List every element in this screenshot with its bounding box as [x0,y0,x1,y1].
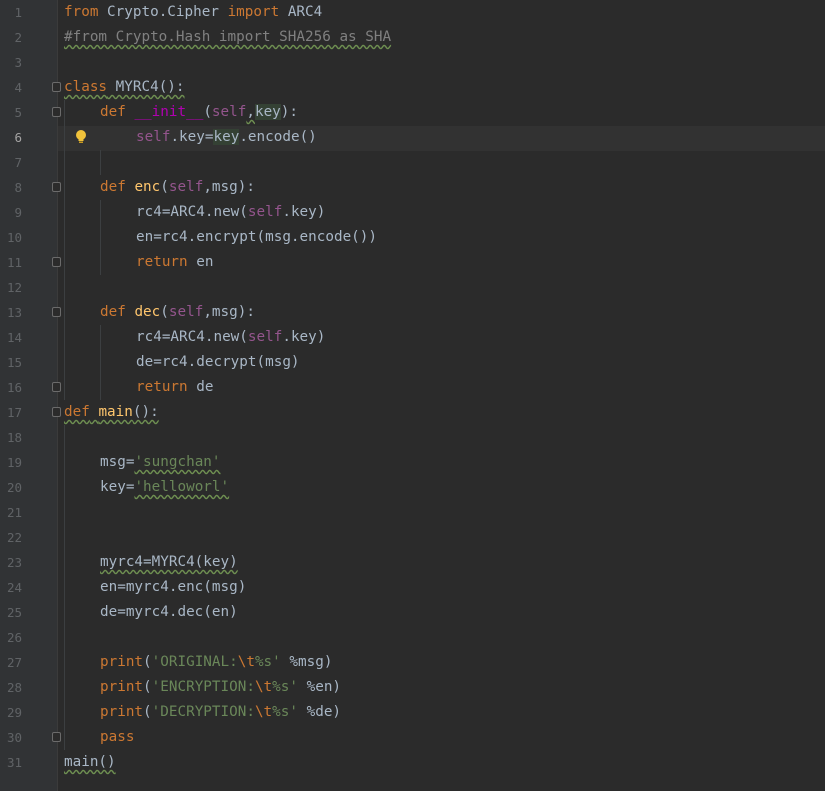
line-number[interactable]: 14 [0,330,22,345]
line-number[interactable]: 6 [0,130,22,145]
fold-marker-icon[interactable] [52,182,61,192]
code-line-4[interactable]: class MYRC4(): [64,75,185,100]
fold-marker-icon[interactable] [52,382,61,392]
line-number[interactable]: 16 [0,380,22,395]
code-line-31[interactable]: main() [64,750,116,775]
line-number[interactable]: 28 [0,680,22,695]
code-line-30[interactable]: pass [100,725,134,750]
code-line-23[interactable]: myrc4=MYRC4(key) [100,550,238,575]
line-number[interactable]: 15 [0,355,22,370]
line-number[interactable]: 31 [0,755,22,770]
line-number[interactable]: 12 [0,280,22,295]
code-line-29[interactable]: print('DECRYPTION:\t%s' %de) [100,700,341,725]
line-number[interactable]: 17 [0,405,22,420]
code-line-2[interactable]: #from Crypto.Hash import SHA256 as SHA [64,25,391,50]
code-line-25[interactable]: de=myrc4.dec(en) [100,600,238,625]
code-line-24[interactable]: en=myrc4.enc(msg) [100,575,246,600]
line-number[interactable]: 24 [0,580,22,595]
code-line-16[interactable]: return de [136,375,213,400]
line-number[interactable]: 2 [0,30,22,45]
line-number[interactable]: 27 [0,655,22,670]
line-number[interactable]: 7 [0,155,22,170]
code-line-9[interactable]: rc4=ARC4.new(self.key) [136,200,325,225]
lightbulb-icon[interactable] [75,130,87,144]
line-number[interactable]: 19 [0,455,22,470]
code-line-20[interactable]: key='helloworl' [100,475,229,500]
fold-marker-icon[interactable] [52,257,61,267]
code-line-6[interactable]: self.key=key.encode() [136,125,317,150]
line-number[interactable]: 8 [0,180,22,195]
code-line-5[interactable]: def __init__(self,key): [100,100,298,125]
code-line-19[interactable]: msg='sungchan' [100,450,221,475]
line-number[interactable]: 3 [0,55,22,70]
line-number[interactable]: 26 [0,630,22,645]
code-line-8[interactable]: def enc(self,msg): [100,175,255,200]
fold-marker-icon[interactable] [52,732,61,742]
line-number[interactable]: 30 [0,730,22,745]
line-number[interactable]: 4 [0,80,22,95]
line-number[interactable]: 29 [0,705,22,720]
indent-guide [64,100,65,400]
line-number[interactable]: 23 [0,555,22,570]
code-line-14[interactable]: rc4=ARC4.new(self.key) [136,325,325,350]
indent-guide [100,325,101,400]
line-number[interactable]: 9 [0,205,22,220]
code-line-15[interactable]: de=rc4.decrypt(msg) [136,350,300,375]
line-number[interactable]: 21 [0,505,22,520]
code-editor[interactable]: 1 2 3 4 5 6 7 8 9 10 11 12 13 14 15 16 17 18 19 20 21 22 23 24 2… [0,0,825,791]
fold-marker-icon[interactable] [52,107,61,117]
indent-guide [64,425,65,750]
line-number[interactable]: 11 [0,255,22,270]
line-number[interactable]: 13 [0,305,22,320]
line-number[interactable]: 1 [0,5,22,20]
code-line-28[interactable]: print('ENCRYPTION:\t%s' %en) [100,675,341,700]
line-number[interactable]: 25 [0,605,22,620]
fold-marker-icon[interactable] [52,407,61,417]
line-number[interactable]: 10 [0,230,22,245]
line-number[interactable]: 20 [0,480,22,495]
line-number[interactable]: 22 [0,530,22,545]
line-number[interactable]: 5 [0,105,22,120]
fold-marker-icon[interactable] [52,82,61,92]
code-line-27[interactable]: print('ORIGINAL:\t%s' %msg) [100,650,332,675]
code-line-13[interactable]: def dec(self,msg): [100,300,255,325]
indent-guide [100,150,101,175]
fold-marker-icon[interactable] [52,307,61,317]
line-number[interactable]: 18 [0,430,22,445]
code-line-17[interactable]: def main(): [64,400,159,425]
code-line-1[interactable]: from Crypto.Cipher import ARC4 [64,0,322,25]
indent-guide [100,200,101,275]
code-line-11[interactable]: return en [136,250,213,275]
code-line-10[interactable]: en=rc4.encrypt(msg.encode()) [136,225,377,250]
